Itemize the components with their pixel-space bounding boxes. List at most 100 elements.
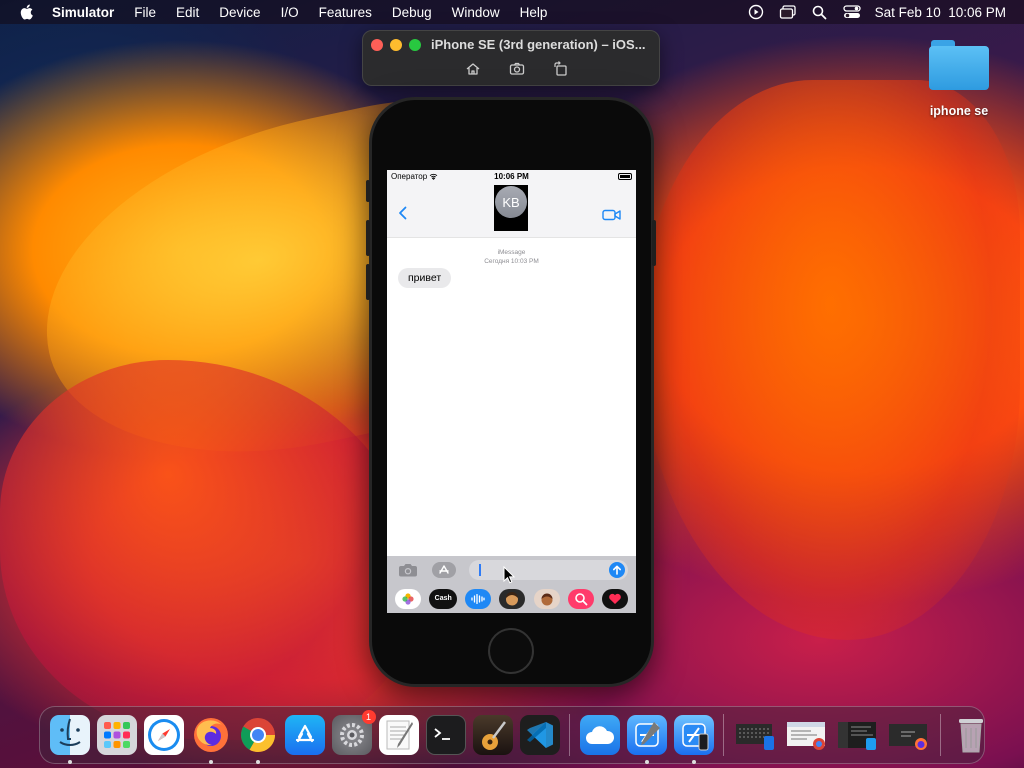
app-store-icon [295, 724, 314, 743]
ios-screen[interactable]: Оператор 10:06 PM KB iMessage Сегодня 10… [387, 170, 636, 613]
send-button[interactable] [609, 562, 625, 578]
chrome-icon [240, 718, 275, 752]
camera-icon[interactable] [398, 563, 418, 577]
back-chevron-icon[interactable] [397, 206, 409, 220]
avatar: KB [495, 186, 527, 218]
cloud-icon [585, 726, 614, 744]
menu-file[interactable]: File [134, 5, 156, 20]
dock-icloud[interactable] [579, 715, 620, 755]
home-icon[interactable] [465, 61, 481, 77]
mouse-pointer-icon [503, 566, 515, 584]
dock-app-store[interactable] [284, 715, 325, 755]
dock-minimized-window-2[interactable] [785, 715, 829, 755]
dock-launchpad[interactable] [96, 715, 137, 755]
apple-menu-icon[interactable] [18, 3, 36, 21]
minimize-window-button[interactable] [390, 39, 402, 51]
desktop-folder[interactable]: iphone se [922, 40, 996, 118]
mute-switch[interactable] [366, 180, 370, 202]
dock-separator [569, 714, 570, 756]
menu-edit[interactable]: Edit [176, 5, 199, 20]
menu-debug[interactable]: Debug [392, 5, 432, 20]
photos-app-icon[interactable] [395, 588, 422, 609]
menu-device[interactable]: Device [219, 5, 260, 20]
volume-down-button[interactable] [366, 264, 370, 300]
arrow-up-icon [613, 565, 621, 575]
dock-separator [723, 714, 724, 756]
menu-window[interactable]: Window [452, 5, 500, 20]
mirroring-icon[interactable] [779, 4, 797, 20]
image-search-app-icon[interactable] [567, 588, 594, 609]
dock-simulator[interactable] [673, 715, 714, 764]
terminal-icon [433, 728, 450, 740]
screen-record-icon[interactable] [747, 4, 765, 20]
incoming-message-bubble[interactable]: привет [398, 268, 452, 288]
menu-io[interactable]: I/O [281, 5, 299, 20]
rotate-icon[interactable] [553, 61, 569, 77]
menu-bar-clock[interactable]: Sat Feb 10 10:06 PM [875, 5, 1006, 20]
memoji-stickers-app-icon[interactable] [533, 588, 560, 609]
gear-icon [339, 723, 364, 747]
dock-minimized-window-4[interactable] [887, 715, 931, 755]
cash-label: Cash [434, 595, 452, 602]
dock-vscode[interactable] [519, 715, 560, 755]
launchpad-icon [103, 722, 130, 748]
imessage-app-strip: Cash [387, 584, 636, 613]
simulator-icon [681, 723, 708, 751]
spotlight-search-icon[interactable] [811, 4, 829, 20]
dock-system-settings[interactable]: 1 [331, 710, 376, 755]
desktop-folder-label: iphone se [929, 104, 989, 118]
audio-message-app-icon[interactable] [465, 588, 492, 609]
guitar-icon [481, 721, 506, 750]
folder-icon [929, 40, 989, 90]
side-power-button[interactable] [652, 220, 656, 266]
window-thumbnail-icon [837, 722, 876, 750]
menu-bar: Simulator File Edit Device I/O Features … [0, 0, 1024, 24]
home-button[interactable] [488, 628, 534, 674]
contact-avatar-area[interactable]: KB [494, 185, 528, 231]
simulator-window-title: iPhone SE (3rd generation) – iOS... [431, 37, 646, 52]
control-center-icon[interactable] [843, 4, 861, 20]
message-thread[interactable]: iMessage Сегодня 10:03 PM привет [387, 238, 636, 556]
zoom-window-button[interactable] [409, 39, 421, 51]
screenshot-icon[interactable] [509, 61, 525, 77]
dock-chrome[interactable] [238, 715, 278, 764]
memoji-app-icon[interactable] [499, 588, 526, 609]
trash-icon [958, 719, 983, 753]
thread-meta: iMessage Сегодня 10:03 PM [387, 248, 636, 266]
window-thumbnail-icon [786, 722, 825, 750]
dock-terminal[interactable] [425, 715, 466, 755]
finder-icon [58, 718, 81, 746]
notification-badge: 1 [361, 710, 376, 724]
timestamp-label: Сегодня 10:03 PM [484, 258, 539, 265]
window-thumbnail-icon [888, 724, 927, 750]
window-thumbnail-icon [735, 724, 774, 750]
app-store-apps-icon[interactable] [432, 562, 456, 578]
service-label: iMessage [497, 249, 526, 256]
dock-trash[interactable] [951, 715, 991, 755]
dock: 1 [39, 706, 985, 764]
vscode-icon [526, 722, 553, 748]
close-window-button[interactable] [371, 39, 383, 51]
dock-xcode[interactable] [626, 715, 667, 764]
menu-app-name[interactable]: Simulator [52, 5, 114, 20]
dock-garageband[interactable] [472, 715, 513, 755]
xcode-icon [634, 722, 660, 747]
volume-up-button[interactable] [366, 220, 370, 256]
dock-minimized-window-3[interactable] [836, 715, 880, 755]
conversation-header: KB [387, 184, 636, 238]
dock-finder[interactable] [49, 715, 90, 764]
facetime-video-icon[interactable] [602, 209, 622, 221]
imessage-text-field[interactable] [469, 560, 628, 580]
apple-cash-app-icon[interactable]: Cash [429, 588, 458, 609]
text-cursor [479, 564, 481, 576]
dock-firefox[interactable] [191, 715, 231, 764]
dock-minimized-window-1[interactable] [734, 715, 778, 755]
simulator-window-titlebar: iPhone SE (3rd generation) – iOS... [362, 30, 660, 86]
ios-status-bar: Оператор 10:06 PM [387, 170, 636, 184]
dock-safari[interactable] [143, 715, 184, 755]
digital-touch-app-icon[interactable] [601, 588, 628, 609]
menu-features[interactable]: Features [319, 5, 372, 20]
battery-icon [618, 173, 632, 180]
dock-textedit[interactable] [378, 715, 419, 755]
menu-help[interactable]: Help [520, 5, 548, 20]
